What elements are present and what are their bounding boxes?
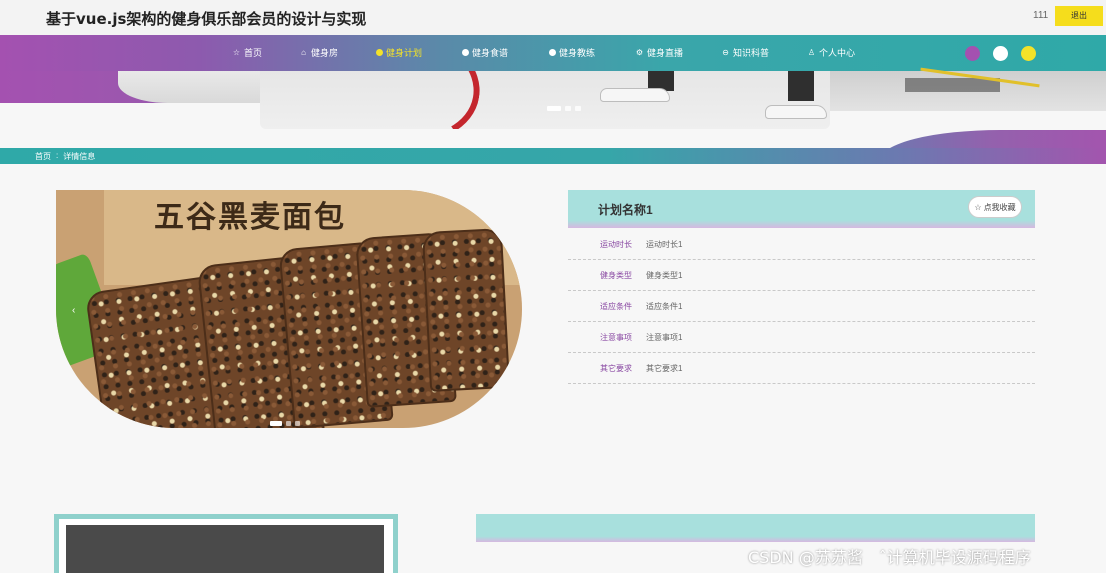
- nav-item-live[interactable]: ⚙ 健身直播: [635, 46, 683, 59]
- logout-button[interactable]: 退出: [1055, 6, 1103, 26]
- banner-shoe: [765, 105, 827, 119]
- main-nav: ☆ 首页 ⌂ 健身房 健身计划 健身食谱 健身教练 ⚙ 健身直播 ⊖ 知识科普 …: [0, 35, 1106, 71]
- detail-value: 运动时长1: [646, 240, 683, 249]
- detail-value: 适应条件1: [646, 302, 683, 311]
- nav-item-gym[interactable]: ⌂ 健身房: [299, 46, 338, 59]
- detail-label: 健身类型: [600, 271, 632, 280]
- detail-row: 运动时长 运动时长1: [568, 229, 1035, 260]
- banner-left-photo: [118, 71, 260, 103]
- nav-item-label: 健身教练: [559, 48, 596, 58]
- breadcrumb: 首页 : 详情信息: [35, 151, 95, 162]
- user-icon: ♙: [807, 48, 816, 57]
- favorite-label: 点我收藏: [983, 202, 1016, 212]
- nav-item-label: 首页: [244, 48, 263, 58]
- detail-row: 健身类型 健身类型1: [568, 260, 1035, 291]
- detail-label: 注意事项: [600, 333, 632, 342]
- favorite-button[interactable]: ☆ 点我收藏: [968, 196, 1022, 218]
- banner-pagination: [547, 106, 581, 111]
- theme-yellow-button[interactable]: [1021, 46, 1036, 61]
- nav-item-label: 知识科普: [733, 48, 770, 58]
- banner-dot[interactable]: [575, 106, 581, 111]
- breadcrumb-bar: [0, 148, 1106, 164]
- image-pagination: [270, 421, 300, 426]
- minus-circle-icon: ⊖: [722, 48, 729, 57]
- nav-item-user-center[interactable]: ♙ 个人中心: [807, 46, 855, 59]
- banner-carousel[interactable]: [260, 71, 830, 129]
- nav-item-label: 健身食谱: [472, 48, 509, 58]
- watermark: CSDN @苏苏酱 ˆ计算机毕设源码程序: [748, 548, 1031, 567]
- nav-item-label: 健身房: [311, 48, 339, 58]
- detail-value: 注意事项1: [646, 333, 683, 342]
- nav-item-label: 个人中心: [819, 48, 856, 58]
- home-icon: ⌂: [301, 48, 306, 57]
- username: 111: [1033, 10, 1049, 21]
- dot-icon: [549, 49, 556, 56]
- top-header: 基于vue.js架构的健身俱乐部会员的设计与实现 111 退出: [0, 0, 1106, 35]
- banner-right-floor-shadow: [905, 78, 1000, 92]
- star-icon: ☆: [232, 48, 241, 57]
- banner-rope: [331, 71, 489, 129]
- nav-item-label: 健身计划: [386, 48, 423, 58]
- nav-item-label: 健身直播: [647, 48, 684, 58]
- theme-purple-button[interactable]: [965, 46, 980, 61]
- banner-dot[interactable]: [565, 106, 571, 111]
- lower-video-player[interactable]: [66, 525, 384, 573]
- banner-dot[interactable]: [547, 106, 561, 111]
- detail-row: 其它要求 其它要求1: [568, 353, 1035, 384]
- nav-item-home[interactable]: ☆ 首页: [232, 46, 262, 59]
- banner-leg: [788, 71, 814, 101]
- page: 基于vue.js架构的健身俱乐部会员的设计与实现 111 退出 ☆ 首页 ⌂ 健…: [0, 0, 1106, 573]
- site-title: 基于vue.js架构的健身俱乐部会员的设计与实现: [46, 10, 367, 28]
- image-dot[interactable]: [286, 421, 291, 426]
- detail-label: 适应条件: [600, 302, 632, 311]
- dot-icon: [376, 49, 383, 56]
- detail-label: 其它要求: [600, 364, 632, 373]
- theme-white-button[interactable]: [993, 46, 1008, 61]
- image-dot[interactable]: [295, 421, 300, 426]
- nav-item-coaches[interactable]: 健身教练: [549, 46, 595, 59]
- lower-section-header: [476, 514, 1035, 542]
- bread-box-text: 五谷黑麦面包: [154, 200, 346, 235]
- nav-item-knowledge[interactable]: ⊖ 知识科普: [721, 46, 769, 59]
- breadcrumb-home[interactable]: 首页: [35, 151, 51, 162]
- carousel-prev-icon[interactable]: ‹: [72, 305, 75, 316]
- nav-item-fitness-recipes[interactable]: 健身食谱: [462, 46, 508, 59]
- product-image-carousel[interactable]: 五谷黑麦面包: [56, 190, 522, 428]
- breadcrumb-current: 详情信息: [63, 152, 96, 161]
- gear-icon: ⚙: [635, 48, 644, 57]
- dot-icon: [462, 49, 469, 56]
- banner-shoe: [600, 88, 670, 102]
- detail-label: 运动时长: [600, 240, 632, 249]
- breadcrumb-separator: :: [56, 151, 59, 160]
- detail-row: 注意事项 注意事项1: [568, 322, 1035, 353]
- detail-value: 其它要求1: [646, 364, 683, 373]
- image-dot[interactable]: [270, 421, 282, 426]
- detail-value: 健身类型1: [646, 271, 683, 280]
- star-icon: ☆: [974, 202, 982, 212]
- bread-slice: [421, 228, 511, 392]
- detail-row: 适应条件 适应条件1: [568, 291, 1035, 322]
- nav-item-fitness-plan[interactable]: 健身计划: [376, 46, 422, 59]
- detail-title: 计划名称1: [598, 203, 653, 217]
